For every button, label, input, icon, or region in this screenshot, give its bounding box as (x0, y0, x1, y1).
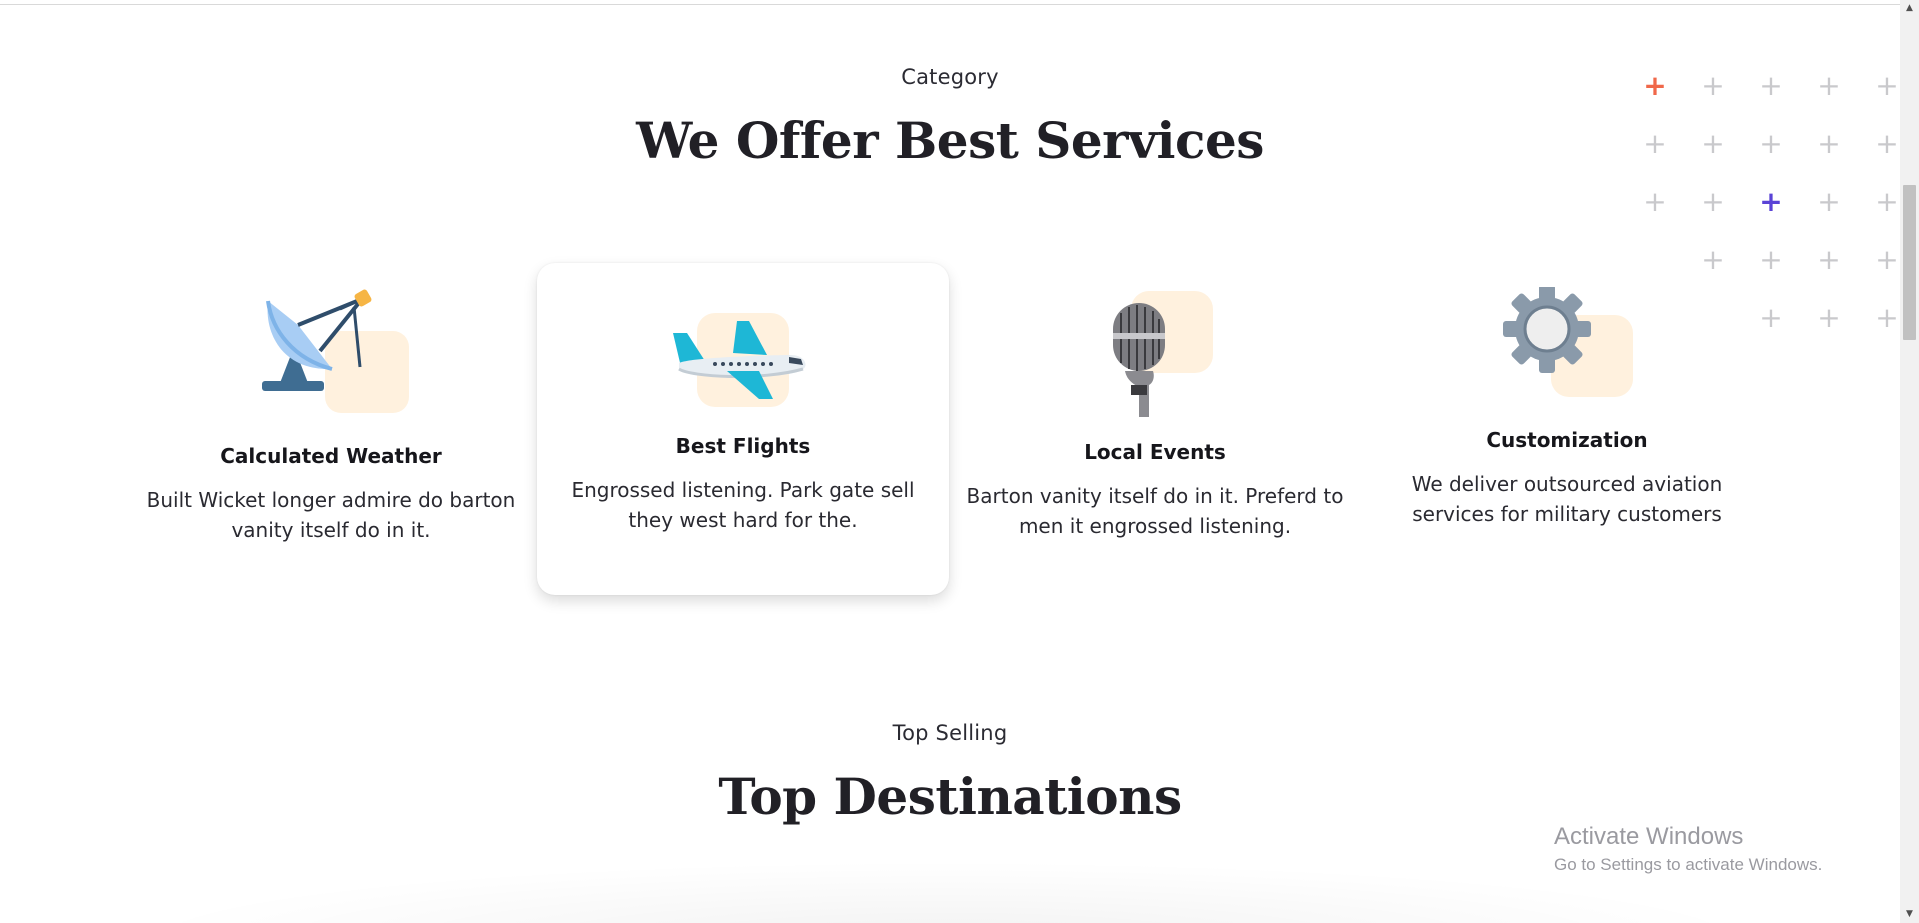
plus-decoration-icon: + (1643, 185, 1667, 218)
scrollbar-thumb[interactable] (1903, 185, 1916, 340)
services-heading: We Offer Best Services (636, 111, 1264, 170)
service-description: Engrossed listening. Park gate sell they… (571, 478, 915, 532)
service-card-best-flights[interactable]: Best Flights Engrossed listening. Park g… (537, 263, 949, 595)
plus-decoration-icon: + (1701, 127, 1725, 160)
plus-decoration-icon: + (1875, 301, 1899, 334)
plus-decoration-icon: + (1817, 185, 1841, 218)
scroll-up-arrow-icon[interactable]: ▲ (1900, 0, 1919, 17)
plus-decoration-icon: + (1643, 127, 1667, 160)
plus-decoration-icon: + (1875, 69, 1899, 102)
plus-decoration-icon: + (1817, 243, 1841, 276)
gear-icon (1503, 287, 1643, 407)
plus-decoration-icon: + (1875, 243, 1899, 276)
scroll-down-arrow-icon[interactable]: ▼ (1900, 906, 1919, 923)
plus-decoration-icon: + (1875, 127, 1899, 160)
plus-decoration-icon: + (1759, 185, 1783, 218)
services-page: Category We Offer Best Services + + + + … (0, 5, 1900, 923)
service-title: Best Flights (675, 434, 811, 458)
plus-decoration-icon: + (1701, 185, 1725, 218)
service-description: Built Wicket longer admire do barton van… (146, 488, 516, 542)
airplane-icon (671, 313, 811, 413)
section-shadow (120, 860, 1770, 923)
plus-decoration-icon: + (1817, 127, 1841, 160)
watermark-title: Activate Windows (1554, 823, 1744, 850)
satellite-dish-icon (250, 287, 420, 417)
microphone-icon (1097, 289, 1217, 419)
plus-decoration-icon: + (1875, 185, 1899, 218)
plus-decoration-icon: + (1759, 127, 1783, 160)
service-description: We deliver outsourced aviation services … (1411, 472, 1723, 526)
plus-decoration-icon: + (1701, 69, 1725, 102)
plus-decoration-icon: + (1643, 69, 1667, 102)
category-eyebrow: Category (901, 65, 999, 89)
windows-activation-watermark: Activate Windows Go to Settings to activ… (1554, 823, 1822, 875)
plus-decoration-icon: + (1817, 301, 1841, 334)
service-description: Barton vanity itself do in it. Preferd t… (966, 484, 1344, 538)
plus-decoration-icon: + (1817, 69, 1841, 102)
plus-decoration-icon: + (1759, 69, 1783, 102)
service-title: Customization (1486, 428, 1648, 452)
top-selling-eyebrow: Top Selling (892, 721, 1008, 745)
service-card-customization[interactable]: Customization We deliver outsourced avia… (1361, 263, 1773, 595)
service-title: Calculated Weather (220, 444, 442, 468)
destinations-heading: Top Destinations (718, 767, 1182, 826)
service-card-calculated-weather[interactable]: Calculated Weather Built Wicket longer a… (125, 263, 537, 595)
watermark-subtitle: Go to Settings to activate Windows. (1554, 855, 1823, 874)
service-title: Local Events (1084, 440, 1226, 464)
vertical-scrollbar[interactable]: ▲ ▼ (1900, 0, 1919, 923)
service-card-local-events[interactable]: Local Events Barton vanity itself do in … (949, 263, 1361, 595)
